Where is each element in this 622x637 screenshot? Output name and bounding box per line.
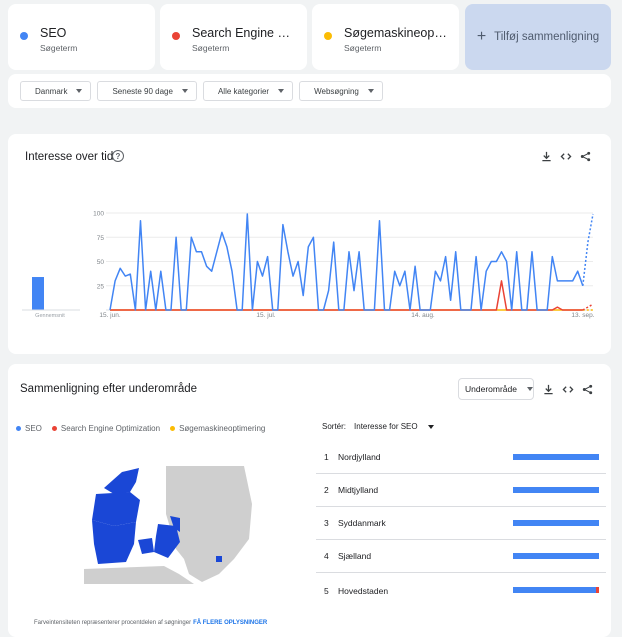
filter-label: Seneste 90 dage — [112, 86, 173, 96]
region-row-4[interactable]: 4 Sjælland — [316, 540, 606, 573]
x-tick-label: 15. jun. — [99, 312, 121, 319]
region-title: Sammenligning efter underområde — [20, 383, 198, 395]
legend-label: SEO — [25, 424, 42, 433]
term-type: Søgeterm — [192, 43, 230, 53]
region-toolbar — [543, 384, 593, 395]
region-rank: 2 — [324, 485, 329, 495]
filter-search-type[interactable]: Websøgning — [299, 81, 383, 101]
add-comparison-label: Tilføj sammenligning — [494, 31, 600, 43]
region-bar — [513, 520, 599, 526]
share-icon[interactable] — [580, 151, 591, 162]
map-footnote: Farveintensiteten repræsenterer procentd… — [34, 620, 267, 626]
region-name: Midtjylland — [338, 485, 379, 495]
sort-value: Interesse for SEO — [354, 422, 418, 431]
region-hovedstaden-bornholm[interactable] — [216, 556, 222, 562]
term-color-dot — [324, 32, 332, 40]
filter-region[interactable]: Danmark — [20, 81, 92, 101]
embed-code-icon[interactable] — [562, 384, 574, 395]
region-row-2[interactable]: 2 Midtjylland — [316, 474, 606, 507]
germany-landmass — [84, 566, 194, 584]
region-rank: 3 — [324, 518, 329, 528]
term-color-dot — [172, 32, 180, 40]
term-card-1[interactable]: SEO Søgeterm — [8, 4, 155, 70]
term-type: Søgeterm — [344, 43, 382, 53]
region-name: Syddanmark — [338, 518, 386, 528]
x-tick-label: 13. sep. — [571, 312, 594, 319]
embed-code-icon[interactable] — [560, 151, 572, 162]
region-map[interactable] — [84, 464, 254, 584]
legend-item: Search Engine Optimization — [51, 424, 161, 433]
region-rank: 1 — [324, 452, 329, 462]
term-type: Søgeterm — [40, 43, 78, 53]
interest-toolbar — [541, 151, 591, 162]
x-tick-label: 15. jul. — [256, 312, 275, 319]
region-bar-secondary — [596, 587, 599, 593]
legend-dot — [51, 426, 57, 431]
caret-down-icon — [427, 424, 434, 429]
y-tick-label: 50 — [97, 259, 105, 266]
region-midtjylland[interactable] — [92, 492, 140, 526]
download-icon[interactable] — [541, 151, 552, 162]
caret-down-icon — [181, 89, 188, 93]
region-bar — [513, 487, 599, 493]
region-name: Nordjylland — [338, 452, 381, 462]
region-rank: 4 — [324, 551, 329, 561]
term-name: Search Engine Op... — [192, 26, 295, 40]
filter-time[interactable]: Seneste 90 dage — [97, 81, 197, 101]
subregion-dropdown[interactable]: Underområde — [458, 378, 534, 400]
average-label: Gennemsnit — [35, 313, 65, 319]
region-nordjylland[interactable] — [104, 468, 139, 494]
legend-label: Søgemaskineoptimering — [179, 424, 266, 433]
region-row-5[interactable]: 5 Hovedstaden — [316, 574, 606, 607]
caret-down-icon — [526, 387, 533, 391]
interest-title: Interesse over tid — [25, 151, 114, 163]
region-legend: SEO Search Engine Optimization Søgemaski… — [16, 424, 265, 433]
help-icon[interactable]: ? — [112, 150, 124, 162]
term-card-2[interactable]: Search Engine Op... Søgeterm — [160, 4, 307, 70]
caret-down-icon — [367, 89, 374, 93]
region-bar — [513, 587, 597, 593]
legend-dot — [16, 426, 21, 431]
sort-label: Sortér: — [322, 422, 347, 431]
average-bar — [32, 277, 44, 310]
filter-label: Websøgning — [314, 86, 359, 96]
sort-control[interactable]: Sortér: Interesse for SEO — [322, 422, 434, 431]
term-name: SEO — [40, 26, 67, 40]
region-bar — [513, 454, 599, 460]
caret-down-icon — [278, 89, 285, 93]
y-tick-label: 25 — [97, 283, 105, 290]
y-tick-label: 100 — [93, 211, 104, 218]
region-bar — [513, 553, 599, 559]
y-tick-label: 75 — [97, 235, 105, 242]
plus-icon: + — [476, 28, 487, 45]
series-line-partial — [582, 213, 594, 286]
region-syddanmark-fyn[interactable] — [138, 538, 154, 554]
legend-label: Search Engine Optimization — [60, 424, 161, 433]
region-rank: 5 — [324, 585, 329, 596]
more-info-link[interactable]: FÅ FLERE OPLYSNINGER — [193, 620, 267, 626]
legend-item: SEO — [16, 424, 42, 433]
region-name: Sjælland — [338, 551, 372, 561]
filter-label: Alle kategorier — [217, 86, 270, 96]
series-line-partial — [582, 303, 594, 311]
add-comparison-button[interactable]: + Tilføj sammenligning — [465, 4, 611, 70]
caret-down-icon — [76, 89, 83, 93]
legend-dot — [170, 426, 176, 431]
filter-label: Danmark — [35, 86, 68, 96]
x-tick-label: 14. aug. — [411, 312, 435, 319]
share-icon[interactable] — [582, 384, 593, 395]
subregion-dropdown-label: Underområde — [465, 384, 517, 394]
term-name: Søgemaskineopti... — [344, 26, 447, 40]
term-card-3[interactable]: Søgemaskineopti... Søgeterm — [312, 4, 459, 70]
region-syddanmark[interactable] — [92, 520, 136, 564]
footnote-text: Farveintensiteten repræsenterer procentd… — [34, 620, 192, 626]
filter-bar: Danmark Seneste 90 dage Alle kategorier … — [8, 74, 611, 108]
region-row-1[interactable]: 1 Nordjylland — [316, 441, 606, 474]
legend-item: Søgemaskineoptimering — [170, 424, 265, 433]
filter-category[interactable]: Alle kategorier — [202, 81, 294, 101]
region-name: Hovedstaden — [338, 585, 389, 596]
term-color-dot — [20, 32, 28, 40]
download-icon[interactable] — [543, 384, 554, 395]
region-row-3[interactable]: 3 Syddanmark — [316, 507, 606, 540]
